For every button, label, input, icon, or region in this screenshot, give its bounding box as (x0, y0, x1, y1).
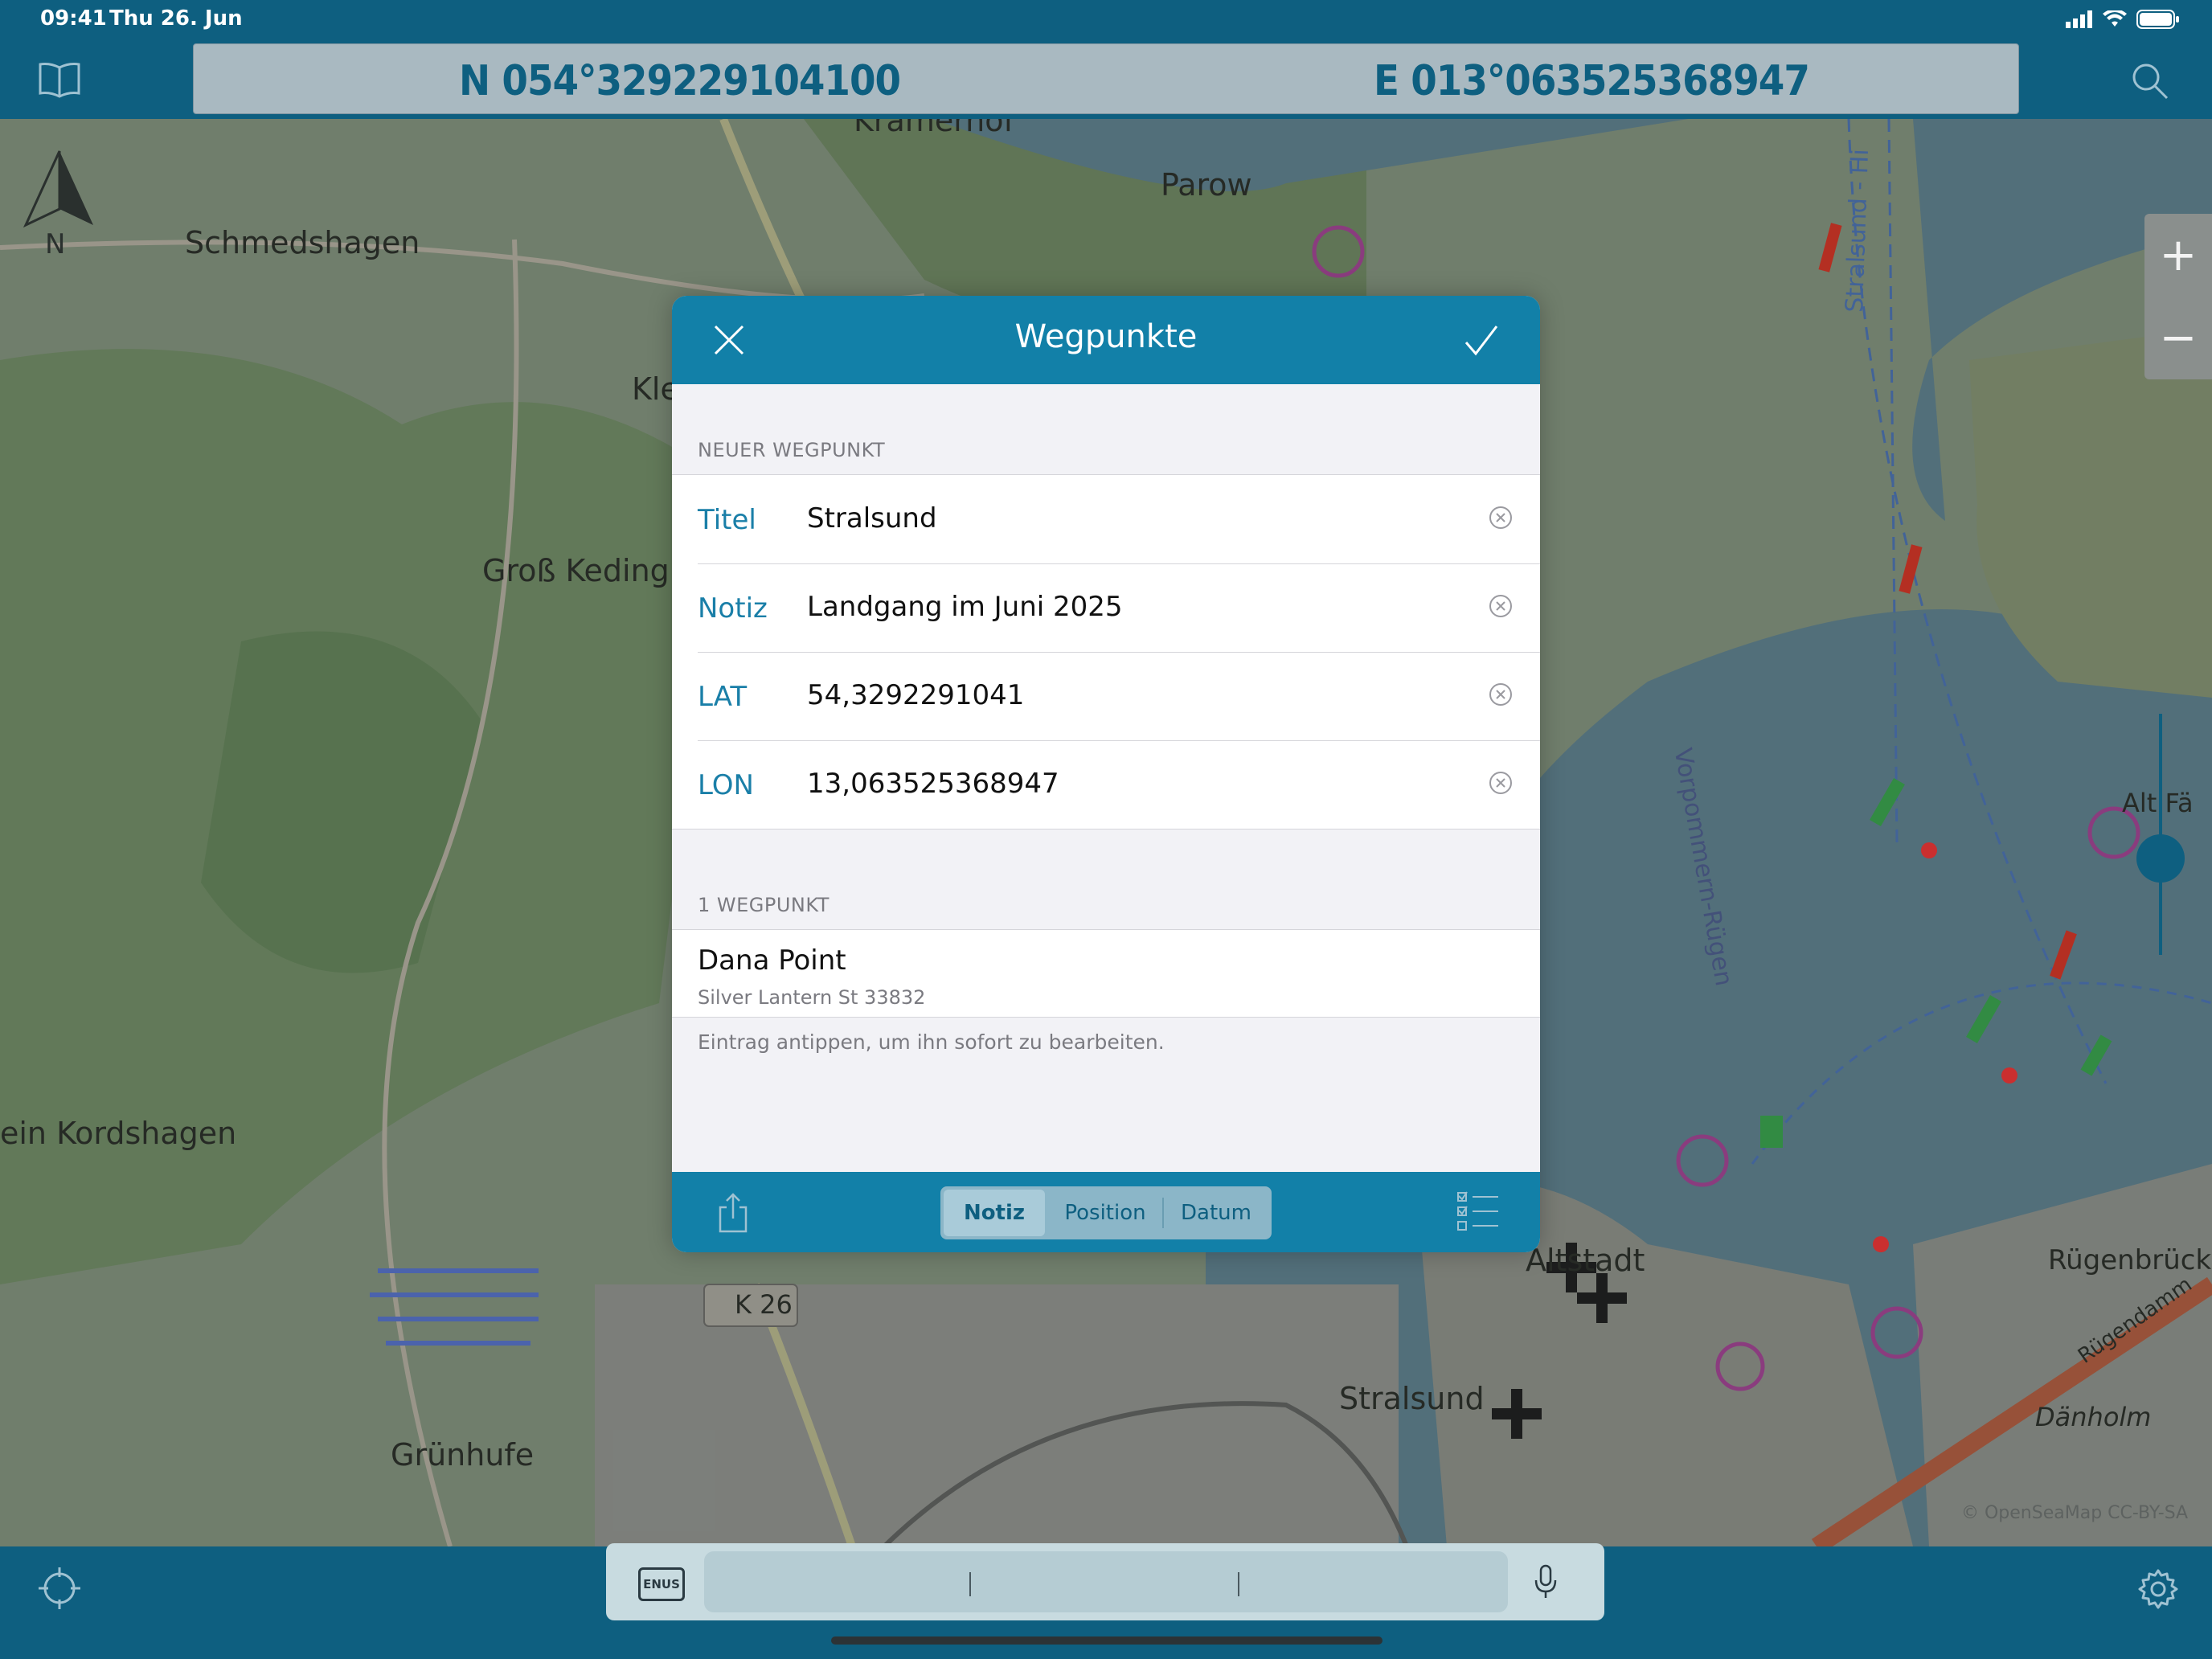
clear-icon[interactable] (1489, 682, 1513, 707)
clear-icon[interactable] (1489, 771, 1513, 795)
dialog-title: Wegpunkte (1014, 318, 1198, 355)
wifi-icon (2103, 10, 2127, 27)
search-icon[interactable] (2130, 61, 2169, 100)
segmented-control: Notiz Position Datum (940, 1186, 1272, 1239)
locate-icon[interactable] (39, 1567, 80, 1609)
status-time: 09:41 (40, 6, 107, 31)
north-arrow-icon (23, 150, 93, 228)
status-icons (2066, 10, 2180, 29)
top-bar: N 054°329229104100 E 013°063525368947 (0, 40, 2212, 119)
status-bar: 09:41 Thu 26. Jun (0, 0, 2212, 40)
gear-icon[interactable] (2136, 1567, 2180, 1611)
slider-knob[interactable] (2136, 834, 2185, 883)
zoom-control: + − (2144, 214, 2212, 379)
battery-icon (2136, 10, 2179, 29)
lat-input[interactable]: 54,3292291041 (807, 679, 1024, 711)
field-row-lon[interactable]: LON 13,063525368947 (698, 740, 1540, 829)
checklist-icon[interactable] (1456, 1191, 1500, 1233)
tab-notiz[interactable]: Notiz (944, 1190, 1045, 1236)
title-input[interactable]: Stralsund (807, 502, 937, 535)
status-date: Thu 26. Jun (109, 6, 243, 31)
field-separator (969, 1572, 971, 1596)
waypoint-list-item[interactable]: Dana Point Silver Lantern St 33832 (672, 929, 1540, 1018)
zoom-out-button[interactable]: − (2144, 297, 2212, 379)
position-display: N 054°329229104100 E 013°063525368947 (193, 43, 2019, 114)
clear-icon[interactable] (1489, 506, 1513, 530)
dialog-footer: Notiz Position Datum (672, 1172, 1540, 1252)
dialog-header: Wegpunkte (672, 296, 1540, 384)
field-label-title: Titel (698, 504, 756, 536)
field-separator (1238, 1572, 1239, 1596)
keyboard-language-button[interactable]: ENUS (638, 1567, 685, 1601)
section-header-list: 1 WEGPUNKT (698, 894, 830, 916)
compass[interactable]: N (23, 148, 96, 260)
share-icon[interactable] (717, 1193, 749, 1233)
field-row-title[interactable]: Titel Stralsund (698, 475, 1540, 564)
field-label-lat: LAT (698, 681, 748, 713)
longitude-readout: E 013°063525368947 (1374, 57, 1810, 105)
list-hint: Eintrag antippen, um ihn sofort zu bearb… (698, 1030, 1165, 1054)
waypoint-subtitle: Silver Lantern St 33832 (698, 986, 926, 1009)
latitude-readout: N 054°329229104100 (459, 57, 901, 105)
tab-datum[interactable]: Datum (1164, 1186, 1268, 1239)
lon-input[interactable]: 13,063525368947 (807, 768, 1059, 800)
waypoint-dialog: Wegpunkte NEUER WEGPUNKT Titel Stralsund… (672, 296, 1540, 1252)
tab-position[interactable]: Position (1048, 1186, 1162, 1239)
field-row-note[interactable]: Notiz Landgang im Juni 2025 (698, 563, 1540, 653)
microphone-icon[interactable] (1534, 1564, 1558, 1600)
field-label-note: Notiz (698, 592, 768, 625)
checkmark-icon[interactable] (1463, 323, 1500, 357)
waypoint-form: Titel Stralsund Notiz Landgang im Juni 2… (672, 474, 1540, 830)
note-input[interactable]: Landgang im Juni 2025 (807, 591, 1123, 623)
compass-north-label: N (45, 228, 66, 260)
book-icon[interactable] (39, 61, 80, 98)
field-label-lon: LON (698, 769, 754, 801)
tilt-slider[interactable] (2136, 714, 2185, 955)
field-row-lat[interactable]: LAT 54,3292291041 (698, 652, 1540, 741)
zoom-in-button[interactable]: + (2144, 214, 2212, 297)
clear-icon[interactable] (1489, 594, 1513, 618)
section-header-new: NEUER WEGPUNKT (698, 439, 886, 461)
home-indicator (831, 1636, 1382, 1645)
signal-icon (2066, 10, 2092, 28)
search-panel: ENUS (606, 1543, 1604, 1620)
search-input[interactable] (704, 1551, 1508, 1612)
waypoint-title: Dana Point (698, 944, 846, 977)
